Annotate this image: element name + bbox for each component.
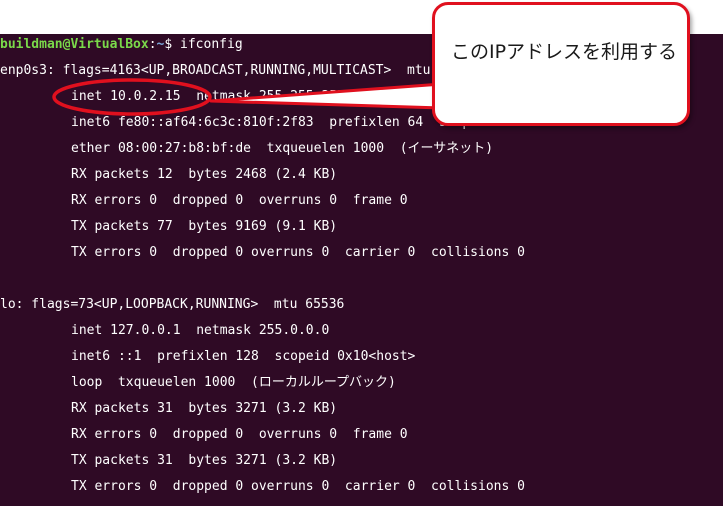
prompt-separator: : [148, 37, 157, 52]
prompt-user: buildman@VirtualBox [0, 37, 149, 52]
prompt-line: buildman@VirtualBox:~$ ifconfig [0, 34, 243, 56]
output-line: TX errors 0 dropped 0 overruns 0 carrier… [71, 479, 525, 494]
prompt-symbol: $ [164, 37, 181, 52]
output-line: enp0s3: flags=4163<UP,BROADCAST,RUNNING,… [0, 63, 470, 78]
output-line: ether 08:00:27:b8:bf:de txqueuelen 1000 … [71, 141, 494, 156]
output-line: loop txqueuelen 1000 (ローカルループバック) [71, 375, 396, 390]
callout-text: このIPアドレスを利用する [451, 41, 678, 63]
output-line: inet 127.0.0.1 netmask 255.0.0.0 [71, 323, 330, 338]
output-line: RX packets 12 bytes 2468 (2.4 KB) [71, 167, 338, 182]
output-line: TX packets 31 bytes 3271 (3.2 KB) [71, 453, 338, 468]
output-line: TX errors 0 dropped 0 overruns 0 carrier… [71, 245, 525, 260]
output-line: TX packets 77 bytes 9169 (9.1 KB) [71, 219, 338, 234]
output-line: RX packets 31 bytes 3271 (3.2 KB) [71, 401, 338, 416]
output-line: RX errors 0 dropped 0 overruns 0 frame 0 [71, 427, 408, 442]
callout-box: このIPアドレスを利用する [432, 2, 690, 126]
output-line: lo: flags=73<UP,LOOPBACK,RUNNING> mtu 65… [0, 297, 345, 312]
output-line: RX errors 0 dropped 0 overruns 0 frame 0 [71, 193, 408, 208]
command-text: ifconfig [180, 37, 243, 52]
output-line: inet6 ::1 prefixlen 128 scopeid 0x10<hos… [71, 349, 416, 364]
